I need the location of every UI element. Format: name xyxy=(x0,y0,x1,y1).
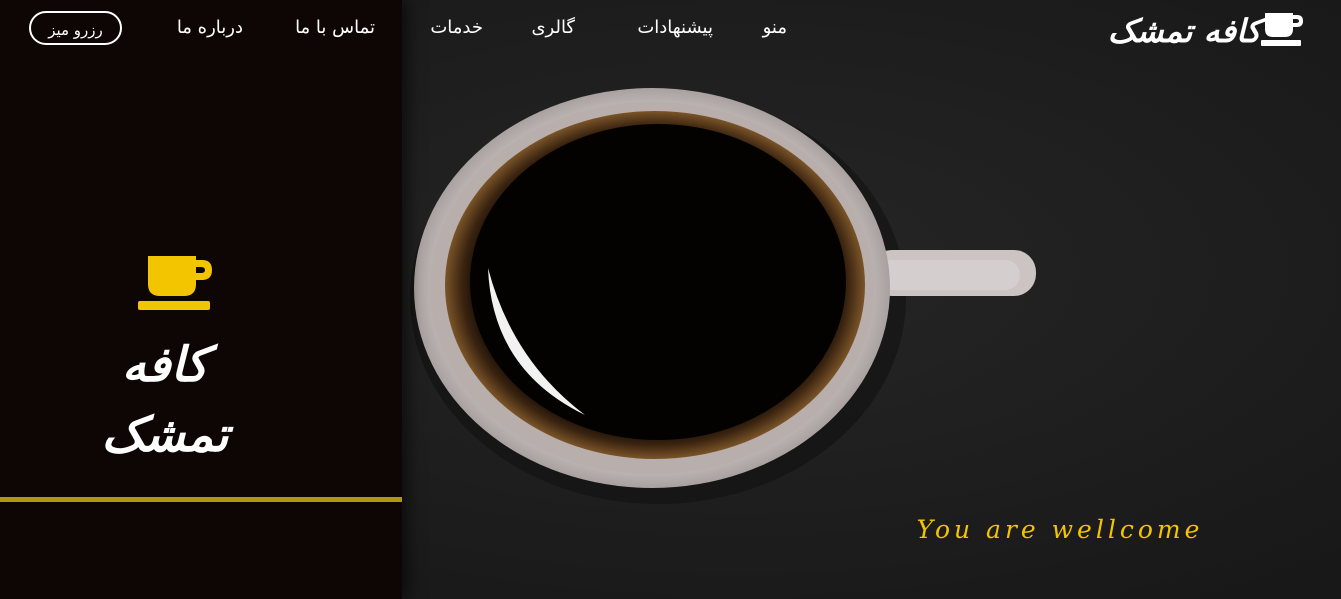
nav-link-contact[interactable]: تماس با ما xyxy=(295,14,375,42)
nav-link-gallery[interactable]: گالری xyxy=(531,14,575,42)
side-logo-text: کافه تمشک xyxy=(101,337,229,463)
coffee-cup-image xyxy=(400,70,1060,510)
brand-name: کافه تمشک xyxy=(1107,12,1261,50)
reserve-table-button[interactable]: رزرو میز xyxy=(29,11,122,45)
landing-page: کافه تمشک کافه تمشک منو پیشنهادات گالری … xyxy=(0,0,1341,599)
nav-link-offers[interactable]: پیشنهادات xyxy=(637,14,713,42)
brand-logo[interactable]: کافه تمشک xyxy=(1098,6,1305,56)
nav-link-menu[interactable]: منو xyxy=(763,14,787,42)
welcome-tagline: You are wellcome xyxy=(916,515,1204,544)
coffee-cup-icon xyxy=(1261,11,1305,51)
nav-link-about[interactable]: درباره ما xyxy=(177,14,243,42)
side-panel: کافه تمشک xyxy=(0,0,402,599)
side-divider xyxy=(0,497,402,502)
top-navigation: کافه تمشک منو پیشنهادات گالری خدمات تماس… xyxy=(0,0,1341,60)
coffee-cup-illustration xyxy=(410,88,1036,504)
coffee-cup-icon xyxy=(138,254,214,316)
nav-link-services[interactable]: خدمات xyxy=(430,14,483,42)
